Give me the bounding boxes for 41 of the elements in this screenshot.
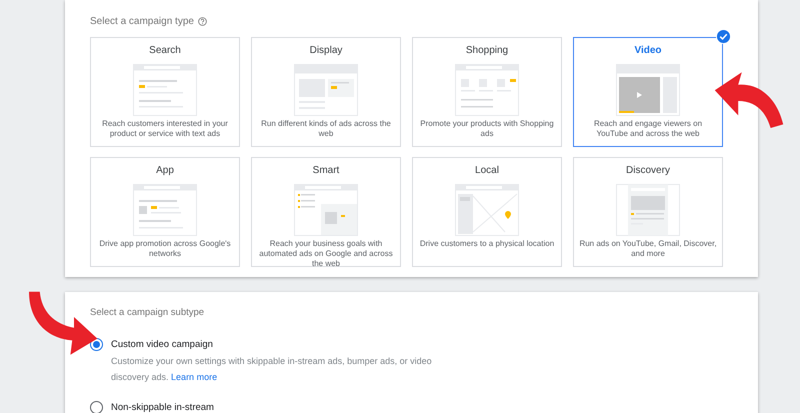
card-title: Search bbox=[149, 45, 181, 57]
option-label: Custom video campaign bbox=[111, 338, 214, 352]
card-title: Local bbox=[475, 165, 499, 177]
radio-button[interactable] bbox=[90, 401, 103, 413]
card-title: Shopping bbox=[466, 45, 508, 57]
check-icon bbox=[716, 29, 731, 44]
option-label: Non-skippable in-stream bbox=[111, 401, 214, 413]
shopping-illustration-drawing bbox=[455, 64, 519, 116]
card-description: Run ads on YouTube, Gmail, Discover, and more bbox=[578, 239, 718, 259]
section-heading: Select a campaign subtype bbox=[90, 306, 206, 320]
search-illustration-drawing bbox=[133, 64, 197, 116]
card-description: Drive app promotion across Google's networks bbox=[98, 239, 232, 259]
smart-illustration-drawing bbox=[294, 184, 358, 236]
card-title: Video bbox=[634, 45, 662, 57]
app-illustration-drawing bbox=[133, 184, 197, 236]
section-heading: Select a campaign type bbox=[90, 15, 194, 29]
campaign-type-card[interactable]: Smart Reach your business goals with automated ads on Google and across the web bbox=[251, 157, 401, 267]
campaign-type-card[interactable]: Discovery Run ads on YouTube, Gmail, Discover, and more bbox=[573, 157, 723, 267]
card-description: Reach customers interested in your product or service with text ads bbox=[101, 119, 229, 139]
card-description: Reach your business goals with automated ads on Google and across the web bbox=[258, 239, 394, 269]
learn-more-link[interactable]: Learn more bbox=[171, 372, 218, 382]
card-title: Display bbox=[310, 45, 342, 57]
discovery-illustration-drawing bbox=[616, 184, 680, 236]
video-illustration-drawing bbox=[616, 64, 680, 116]
card-description: Reach and engage viewers on YouTube and across the web bbox=[592, 119, 704, 139]
campaign-type-card[interactable]: Shopping Promote your products with Shopping ads bbox=[412, 37, 562, 147]
card-description: Promote your products with Shopping ads bbox=[419, 119, 555, 139]
card-description: Drive customers to a physical location bbox=[420, 239, 554, 249]
card-description: Run different kinds of ads across the web bbox=[260, 119, 392, 139]
card-title: Smart bbox=[312, 165, 340, 177]
option-description: Customize your own settings with skippable in-stream ads, bumper ads, or video discovery ads. Learn more bbox=[111, 355, 433, 384]
card-title: Discovery bbox=[626, 165, 670, 177]
campaign-type-card[interactable]: Local Drive customers to a physical location bbox=[412, 157, 562, 267]
card-title: App bbox=[156, 165, 174, 177]
help-icon[interactable] bbox=[198, 17, 207, 26]
display-illustration-drawing bbox=[294, 64, 358, 116]
local-illustration-drawing bbox=[455, 184, 519, 236]
campaign-type-card[interactable]: Video Reach and engage viewers on YouTube and across the web bbox=[573, 37, 723, 147]
campaign-type-card[interactable]: Display Run different kinds of ads across the web bbox=[251, 37, 401, 147]
campaign-type-card[interactable]: Search Reach customers interested in your product or service with text ads bbox=[90, 37, 240, 147]
campaign-type-card[interactable]: App Drive app promotion across Google's networks bbox=[90, 157, 240, 267]
